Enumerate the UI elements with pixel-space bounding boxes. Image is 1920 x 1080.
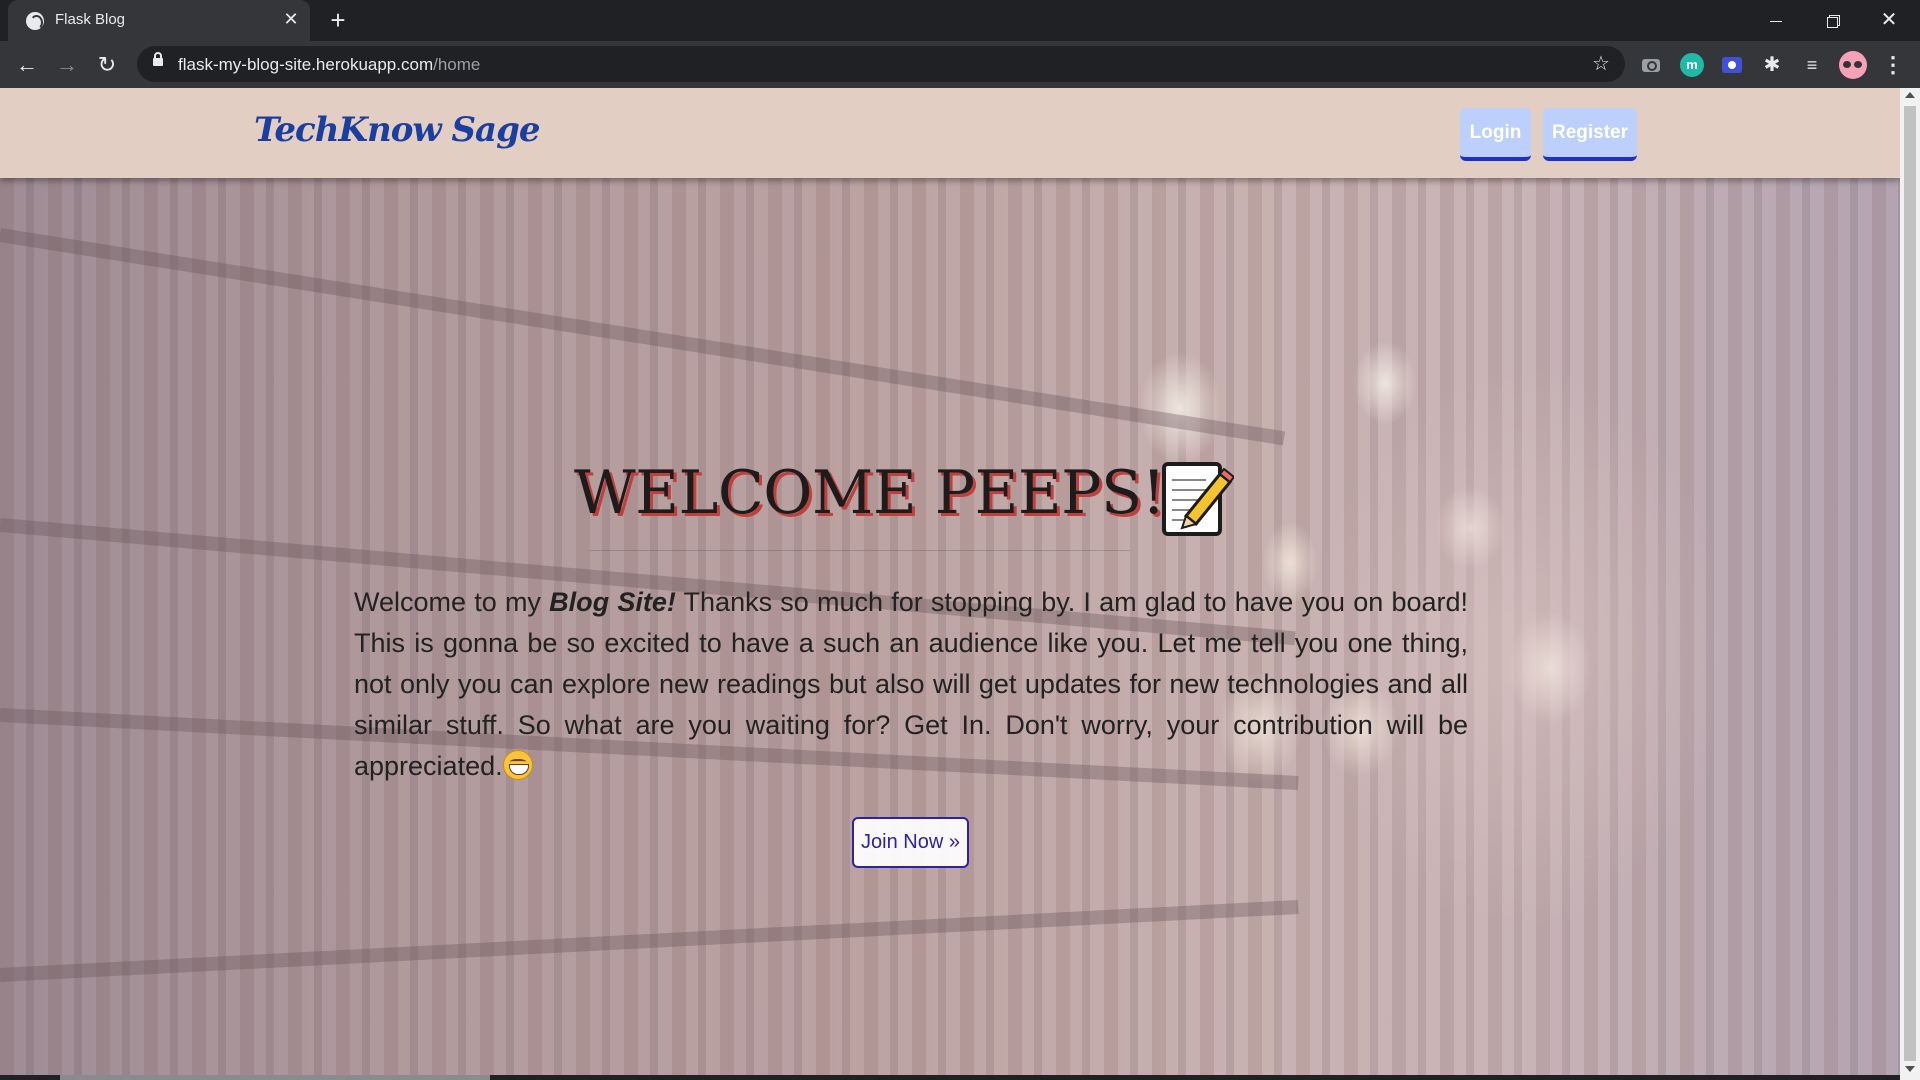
- globe-icon: [26, 12, 44, 30]
- login-button[interactable]: Login: [1460, 108, 1531, 161]
- scrollbar-thumb[interactable]: [1904, 106, 1916, 1061]
- register-button[interactable]: Register: [1543, 108, 1637, 161]
- media-control-icon[interactable]: ≡: [1800, 53, 1824, 77]
- browser-menu-icon[interactable]: ⋮: [1882, 53, 1904, 77]
- new-tab-button[interactable]: +: [324, 6, 352, 34]
- tab-title: Flask Blog: [55, 11, 126, 28]
- browser-tabstrip: Flask Blog ✕ + ✕: [0, 0, 1920, 41]
- url-path: /home: [433, 55, 481, 74]
- scroll-up-arrow-icon[interactable]: [1905, 92, 1915, 98]
- back-button[interactable]: ←: [13, 51, 41, 79]
- site-navbar: TechKnow Sage Login Register: [0, 88, 1900, 178]
- hero-divider: [590, 550, 1130, 551]
- intro-emphasis: Blog Site!: [549, 587, 676, 617]
- hero-intro: Welcome to my Blog Site! Thanks so much …: [354, 582, 1468, 787]
- page-viewport: TechKnow Sage Login Register WELCOME PEE…: [0, 88, 1900, 1080]
- m-extension-icon[interactable]: m: [1680, 53, 1704, 77]
- vertical-scrollbar[interactable]: [1900, 88, 1920, 1080]
- intro-text-start: Welcome to my: [354, 587, 550, 617]
- close-tab-icon[interactable]: ✕: [280, 8, 302, 30]
- lock-icon[interactable]: [153, 52, 163, 66]
- reload-button[interactable]: ↻: [93, 51, 121, 79]
- forward-button[interactable]: →: [53, 51, 81, 79]
- memo-icon: [1162, 462, 1234, 536]
- horizontal-scrollbar[interactable]: [0, 1075, 1900, 1080]
- minimize-button[interactable]: [1753, 4, 1799, 36]
- address-bar[interactable]: flask-my-blog-site.herokuapp.com/home ☆: [137, 46, 1625, 82]
- profile-avatar[interactable]: [1839, 51, 1867, 79]
- scroll-down-arrow-icon[interactable]: [1905, 1066, 1915, 1072]
- hero-title: WELCOME PEEPS!: [574, 458, 1166, 528]
- restore-button[interactable]: [1810, 4, 1856, 36]
- url-host: flask-my-blog-site.herokuapp.com: [178, 55, 434, 74]
- site-brand[interactable]: TechKnow Sage: [254, 110, 540, 150]
- shield-extension-icon[interactable]: [1720, 53, 1744, 77]
- horizontal-scrollbar-thumb[interactable]: [60, 1075, 490, 1080]
- browser-tab[interactable]: Flask Blog ✕: [8, 0, 310, 41]
- close-window-button[interactable]: ✕: [1866, 4, 1912, 36]
- url-text[interactable]: flask-my-blog-site.herokuapp.com/home: [178, 55, 480, 75]
- join-now-button[interactable]: Join Now »: [852, 817, 969, 868]
- camera-extension-icon[interactable]: [1639, 53, 1663, 77]
- grinning-face-icon: [502, 750, 533, 780]
- bookmark-star-icon[interactable]: ☆: [1589, 52, 1613, 76]
- browser-toolbar: ← → ↻ flask-my-blog-site.herokuapp.com/h…: [0, 41, 1920, 88]
- extensions-puzzle-icon[interactable]: ✱: [1760, 53, 1784, 77]
